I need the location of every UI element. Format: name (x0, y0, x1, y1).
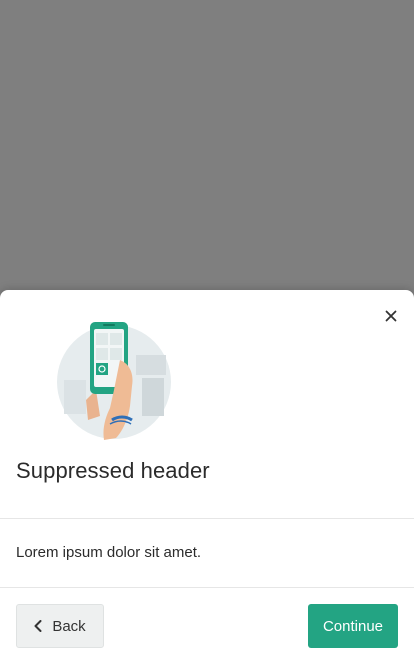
continue-button-label: Continue (322, 617, 384, 635)
back-button-label: Back (52, 617, 86, 635)
modal-footer: Back Continue (0, 588, 414, 664)
bottom-sheet-modal: Suppressed header Lorem ipsum dolor sit … (0, 290, 414, 664)
close-button[interactable] (382, 307, 400, 325)
modal-body-text: Lorem ipsum dolor sit amet. (16, 544, 202, 561)
divider (0, 518, 414, 519)
continue-button[interactable]: Continue (308, 604, 398, 648)
hand-holding-phone-illustration (57, 322, 171, 440)
chevron-left-icon (34, 620, 42, 632)
modal-title: Suppressed header (16, 458, 210, 483)
back-button[interactable]: Back (16, 604, 104, 648)
close-icon (385, 310, 397, 322)
